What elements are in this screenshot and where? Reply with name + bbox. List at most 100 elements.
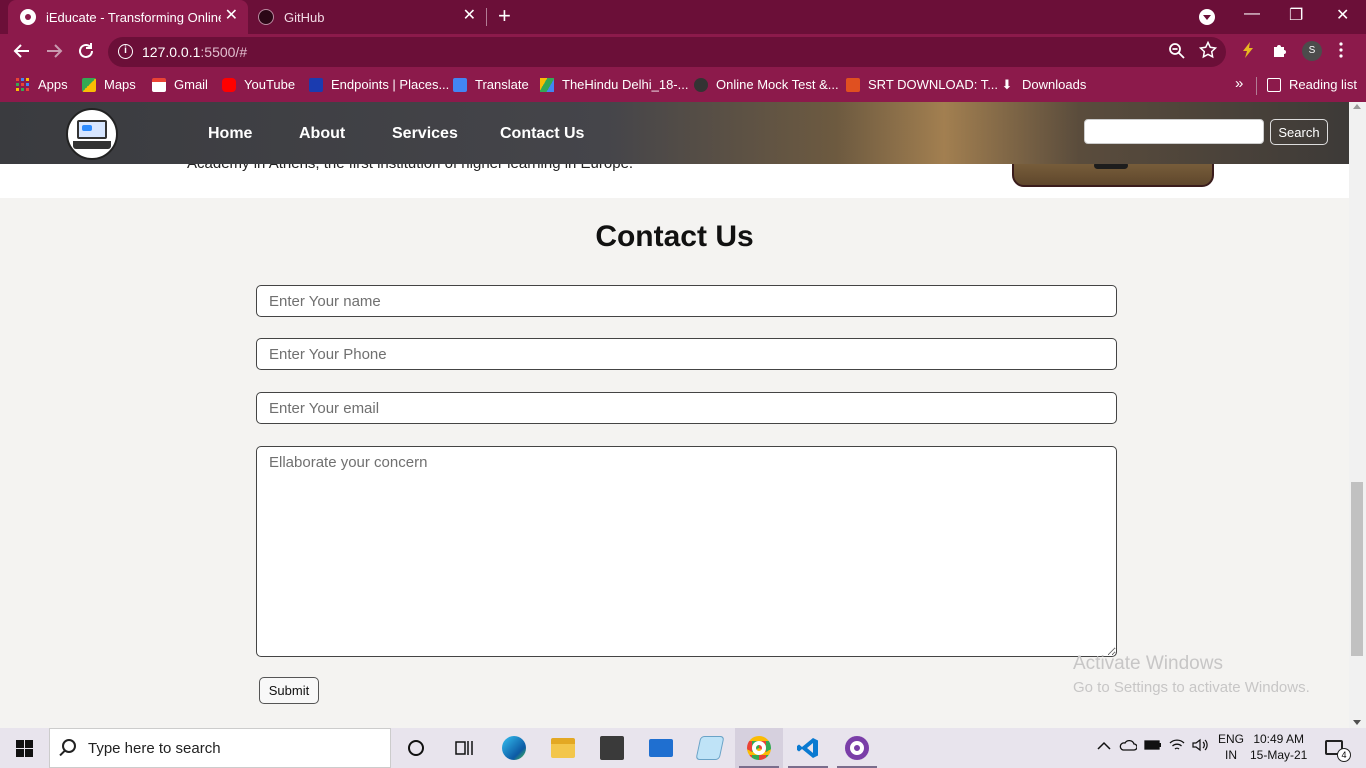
mail-icon[interactable] xyxy=(637,728,685,768)
bookmark-maps[interactable]: Maps xyxy=(82,77,136,92)
site-info-icon[interactable]: i xyxy=(118,44,133,59)
bookmark-label: Maps xyxy=(104,77,136,92)
nav-contact-us[interactable]: Contact Us xyxy=(500,125,584,143)
input-language[interactable]: ENG IN xyxy=(1218,731,1244,763)
reload-icon[interactable] xyxy=(76,41,96,65)
address-bar[interactable]: i 127.0.0.1:5500/# xyxy=(108,37,1226,67)
nav-home[interactable]: Home xyxy=(208,125,252,143)
zoom-icon[interactable] xyxy=(1168,42,1186,64)
window-close-button[interactable]: ✕ xyxy=(1336,5,1349,25)
about-image xyxy=(1012,164,1214,187)
about-text: Academy in Athens, the first institution… xyxy=(187,164,633,172)
action-center-icon[interactable]: 4 xyxy=(1325,740,1351,762)
activate-windows-watermark: Activate Windows Go to Settings to activ… xyxy=(1073,653,1310,696)
bookmark-mock-test[interactable]: Online Mock Test &... xyxy=(694,77,839,92)
back-arrow-icon[interactable] xyxy=(12,41,32,65)
bookmark-label: YouTube xyxy=(244,77,296,92)
nav-services[interactable]: Services xyxy=(392,125,458,143)
more-bookmarks-button[interactable]: » xyxy=(1235,75,1243,92)
clock-time: 10:49 AM xyxy=(1253,732,1305,746)
contact-section: Contact Us Submit Activate Windows Go to… xyxy=(0,198,1349,728)
reading-list-button[interactable]: Reading list xyxy=(1267,77,1357,92)
search-icon xyxy=(62,739,76,753)
restore-button[interactable]: ❐ xyxy=(1289,5,1303,25)
srt-icon xyxy=(846,77,860,92)
scroll-up-icon[interactable] xyxy=(1353,104,1361,109)
gmail-icon xyxy=(152,77,166,92)
bookmark-label: Translate xyxy=(475,77,529,92)
youtube-icon xyxy=(222,77,236,92)
github-desktop-icon[interactable] xyxy=(833,728,881,768)
concern-textarea[interactable] xyxy=(256,446,1117,657)
tab-close-icon[interactable]: ✕ xyxy=(225,8,238,24)
tab-title: GitHub xyxy=(284,9,325,25)
forward-arrow-icon[interactable] xyxy=(44,41,64,65)
site-search-input[interactable] xyxy=(1084,119,1264,144)
mock-test-icon xyxy=(694,77,708,92)
extensions-puzzle-icon[interactable] xyxy=(1271,41,1289,63)
bookmark-label: Endpoints | Places... xyxy=(331,77,450,92)
tab-ieducate[interactable]: iEducate - Transforming Online E ✕ xyxy=(8,0,248,34)
site-search-button[interactable]: Search xyxy=(1270,119,1328,145)
bookmark-srt-download[interactable]: SRT DOWNLOAD: T... xyxy=(846,77,998,92)
bookmark-downloads[interactable]: ⬇ Downloads xyxy=(1000,77,1087,92)
bookmark-star-icon[interactable] xyxy=(1198,40,1218,63)
windows-start-icon[interactable] xyxy=(16,740,33,757)
email-field[interactable] xyxy=(256,392,1117,424)
new-tab-button[interactable]: + xyxy=(498,5,511,27)
notepad-icon[interactable] xyxy=(686,728,734,768)
microsoft-store-icon[interactable] xyxy=(588,728,636,768)
cortana-icon[interactable] xyxy=(392,728,440,768)
github-favicon-icon xyxy=(258,9,274,25)
laptop-logo-icon xyxy=(77,120,107,139)
laptop-keyboard-graphic xyxy=(73,141,111,149)
tab-close-icon[interactable]: ✕ xyxy=(463,8,476,24)
bookmark-apps[interactable]: Apps xyxy=(16,77,68,92)
wifi-icon[interactable] xyxy=(1169,738,1185,755)
bookmark-translate[interactable]: Translate xyxy=(453,77,529,92)
nav-about[interactable]: About xyxy=(299,125,345,143)
bookmarks-bar: Apps Maps Gmail YouTube Endpoints | Plac… xyxy=(0,70,1366,102)
vscode-icon[interactable] xyxy=(784,728,832,768)
bookmark-gmail[interactable]: Gmail xyxy=(152,77,208,92)
browser-menu-icon[interactable] xyxy=(1338,41,1344,63)
bookmark-label: Gmail xyxy=(174,77,208,92)
watermark-title: Activate Windows xyxy=(1073,653,1223,674)
tab-github[interactable]: GitHub ✕ xyxy=(248,0,486,34)
apps-grid-icon xyxy=(16,77,30,92)
name-field[interactable] xyxy=(256,285,1117,317)
bookmark-label: Downloads xyxy=(1022,77,1087,92)
extension-bolt-icon[interactable] xyxy=(1239,41,1257,63)
battery-icon[interactable] xyxy=(1144,738,1162,754)
volume-icon[interactable] xyxy=(1191,738,1209,755)
contact-title: Contact Us xyxy=(595,220,754,253)
bookmark-thehindu[interactable]: TheHindu Delhi_18-... xyxy=(540,77,688,92)
onedrive-icon[interactable] xyxy=(1119,738,1138,754)
phone-field[interactable] xyxy=(256,338,1117,370)
taskbar-clock[interactable]: 10:49 AM 15-May-21 xyxy=(1250,731,1307,763)
taskbar-search-box[interactable]: Type here to search xyxy=(49,728,391,768)
submit-button[interactable]: Submit xyxy=(259,677,319,704)
ieducate-logo[interactable] xyxy=(66,108,118,160)
bookmark-separator xyxy=(1256,77,1257,95)
minimize-button[interactable]: — xyxy=(1244,5,1260,23)
edge-icon[interactable] xyxy=(490,728,538,768)
reading-list-icon xyxy=(1267,77,1281,92)
scroll-down-icon[interactable] xyxy=(1353,720,1361,725)
bookmark-label: Apps xyxy=(38,77,68,92)
taskbar-search-placeholder: Type here to search xyxy=(88,740,221,757)
url-text: 127.0.0.1:5500/# xyxy=(142,44,248,60)
chrome-icon[interactable] xyxy=(735,728,783,768)
drive-icon xyxy=(540,77,554,92)
clock-date: 15-May-21 xyxy=(1250,748,1308,762)
profile-avatar[interactable]: S xyxy=(1302,41,1322,61)
file-explorer-icon[interactable] xyxy=(539,728,587,768)
scrollbar-thumb[interactable] xyxy=(1351,482,1363,656)
page-scrollbar[interactable] xyxy=(1349,102,1366,728)
tab-search-icon[interactable] xyxy=(1199,9,1215,25)
task-view-icon[interactable] xyxy=(440,728,488,768)
show-hidden-icons-icon[interactable] xyxy=(1097,738,1111,754)
bookmark-endpoints[interactable]: Endpoints | Places... xyxy=(309,77,449,92)
bookmark-youtube[interactable]: YouTube xyxy=(222,77,295,92)
tab-separator xyxy=(486,8,487,26)
